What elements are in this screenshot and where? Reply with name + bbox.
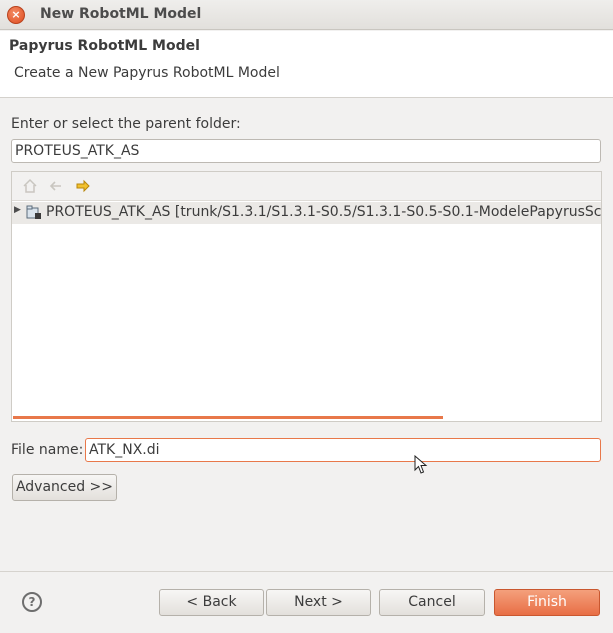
mouse-cursor-icon [414, 455, 428, 474]
parent-folder-input[interactable]: PROTEUS_ATK_AS [11, 139, 601, 163]
forward-arrow-icon[interactable] [75, 178, 91, 194]
close-icon: × [11, 8, 21, 21]
tree-item[interactable]: ▶ PROTEUS_ATK_AS [trunk/S1.3.1/S1.3.1-S0… [12, 202, 601, 224]
file-name-label: File name: [11, 442, 84, 458]
window-title: New RobotML Model [40, 6, 202, 22]
home-icon[interactable] [22, 178, 38, 194]
expand-arrow-icon[interactable]: ▶ [14, 205, 21, 215]
back-arrow-icon[interactable] [48, 178, 64, 194]
close-button[interactable]: × [7, 6, 25, 24]
horizontal-scrollbar[interactable] [13, 416, 443, 419]
title-bar: × New RobotML Model [0, 0, 613, 30]
wizard-header: Papyrus RobotML Model Create a New Papyr… [0, 31, 613, 98]
tree-item-label: PROTEUS_ATK_AS [trunk/S1.3.1/S1.3.1-S0.5… [46, 204, 601, 220]
page-title: Papyrus RobotML Model [9, 38, 200, 54]
next-button[interactable]: Next > [266, 589, 371, 616]
folder-tree: ▶ PROTEUS_ATK_AS [trunk/S1.3.1/S1.3.1-S0… [11, 171, 602, 422]
cancel-button[interactable]: Cancel [379, 589, 485, 616]
back-button[interactable]: < Back [159, 589, 264, 616]
page-description: Create a New Papyrus RobotML Model [14, 65, 280, 81]
finish-button[interactable]: Finish [494, 589, 600, 616]
file-name-input[interactable]: ATK_NX.di [85, 438, 601, 462]
advanced-button[interactable]: Advanced >> [12, 474, 117, 501]
parent-folder-label: Enter or select the parent folder: [11, 116, 241, 132]
separator [0, 571, 613, 572]
tree-toolbar [12, 172, 601, 201]
project-folder-icon [26, 205, 41, 219]
help-icon[interactable]: ? [22, 592, 42, 612]
